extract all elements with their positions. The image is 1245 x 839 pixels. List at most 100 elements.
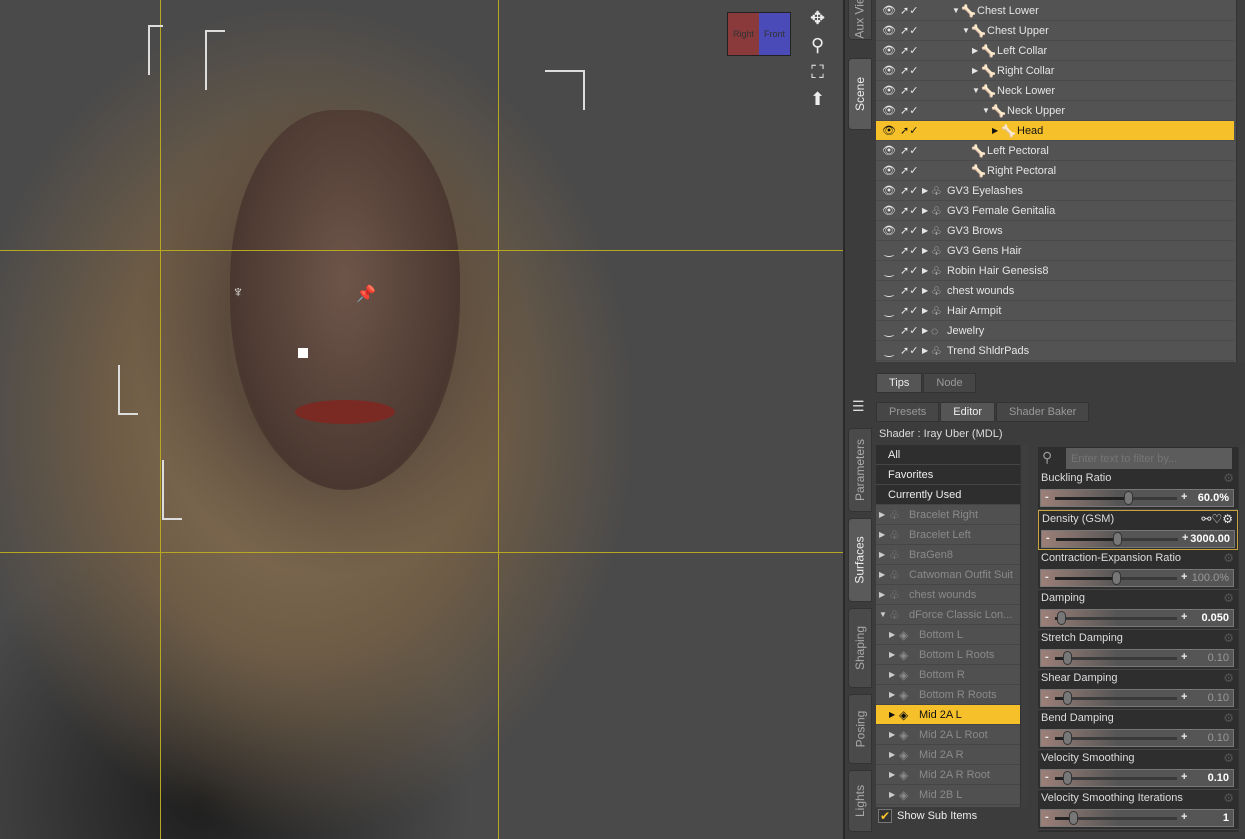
increment-button[interactable]: + <box>1181 491 1187 503</box>
expand-arrow-icon[interactable]: ▶ <box>879 590 885 599</box>
collapse-arrow-icon[interactable]: ▼ <box>962 26 970 35</box>
decrement-button[interactable]: - <box>1045 571 1049 583</box>
increment-button[interactable]: + <box>1181 571 1187 583</box>
property-slider[interactable]: - +0.050 <box>1040 609 1234 627</box>
decrement-button[interactable]: - <box>1045 771 1049 783</box>
tab-posing[interactable]: Posing <box>848 694 872 764</box>
eye-closed-icon[interactable]: ‿ <box>880 304 898 317</box>
panel-menu-icon[interactable]: ☰ <box>852 398 872 418</box>
selectable-icon[interactable]: ➚✓ <box>900 264 918 277</box>
eye-open-icon[interactable]: 👁 <box>880 144 898 157</box>
expand-arrow-icon[interactable]: ▶ <box>922 206 928 215</box>
selectable-icon[interactable]: ➚✓ <box>900 284 918 297</box>
pin-icon[interactable]: 📌 <box>356 284 376 304</box>
scene-node[interactable]: 👁 ➚✓ ▶ 🦴 Left Collar <box>876 41 1234 61</box>
gear-icon[interactable]: ⚙ <box>1223 631 1234 645</box>
property-row[interactable]: Shear Damping ⚙ - +0.10 <box>1038 670 1238 710</box>
view-cube[interactable]: Right Front <box>727 12 791 56</box>
expand-arrow-icon[interactable]: ▶ <box>972 66 978 75</box>
gear-icon[interactable]: ⚙ <box>1223 591 1234 605</box>
slider-knob[interactable] <box>1113 532 1122 546</box>
scene-node[interactable]: 👁 ➚✓ ▶ 🦴 Head <box>876 121 1234 141</box>
decrement-button[interactable]: - <box>1045 651 1049 663</box>
scene-node[interactable]: 👁 ➚✓ ▶ ♧ GV3 Female Genitalia <box>876 201 1234 221</box>
scene-node[interactable]: 👁 ➚✓ ▼ 🦴 Chest Upper <box>876 21 1234 41</box>
property-value[interactable]: 0.10 <box>1208 692 1229 704</box>
slider-knob[interactable] <box>1124 491 1134 505</box>
expand-arrow-icon[interactable]: ▶ <box>879 530 885 539</box>
expand-arrow-icon[interactable]: ▶ <box>889 670 895 679</box>
slider-track[interactable] <box>1055 697 1177 700</box>
surface-item[interactable]: ▶ ◈ Bottom R <box>876 665 1020 685</box>
selectable-icon[interactable]: ➚✓ <box>900 164 918 177</box>
increment-button[interactable]: + <box>1181 731 1187 743</box>
property-row[interactable]: Damping ⚙ - +0.050 <box>1038 590 1238 630</box>
eye-open-icon[interactable]: 👁 <box>880 64 898 77</box>
expand-arrow-icon[interactable]: ▶ <box>879 570 885 579</box>
expand-arrow-icon[interactable]: ▶ <box>889 690 895 699</box>
gear-icon[interactable]: ⚙ <box>1223 471 1234 485</box>
scene-node[interactable]: 👁 ➚✓ ▼ 🦴 Neck Lower <box>876 81 1234 101</box>
property-slider[interactable]: - +0.10 <box>1040 729 1234 747</box>
surface-item[interactable]: ▶ ◈ Mid 2B L <box>876 785 1020 805</box>
property-value[interactable]: 3000.00 <box>1190 533 1230 545</box>
scene-node[interactable]: ‿ ➚✓ ▶ ♧ chest wounds <box>876 281 1234 301</box>
increment-button[interactable]: + <box>1181 771 1187 783</box>
expand-arrow-icon[interactable]: ▶ <box>922 226 928 235</box>
eye-closed-icon[interactable]: ‿ <box>880 244 898 257</box>
property-value[interactable]: 0.10 <box>1208 772 1229 784</box>
expand-arrow-icon[interactable]: ▶ <box>922 346 928 355</box>
expand-arrow-icon[interactable]: ▶ <box>922 326 928 335</box>
surface-item[interactable]: ▶ ♧ chest wounds <box>876 585 1020 605</box>
orbit-icon[interactable]: ⬆ <box>810 89 825 110</box>
property-value[interactable]: 60.0% <box>1198 492 1229 504</box>
decrement-button[interactable]: - <box>1045 731 1049 743</box>
expand-arrow-icon[interactable]: ▶ <box>889 710 895 719</box>
property-row[interactable]: Buckling Ratio ⚙ - +60.0% <box>1038 470 1238 510</box>
tab-parameters[interactable]: Parameters <box>848 428 872 512</box>
scene-node[interactable]: 👁 ➚✓ ▼ 🦴 Chest Lower <box>876 1 1234 21</box>
selectable-icon[interactable]: ➚✓ <box>900 144 918 157</box>
surface-list-scrollbar[interactable] <box>1020 445 1028 807</box>
eye-closed-icon[interactable]: ‿ <box>880 264 898 277</box>
selectable-icon[interactable]: ➚✓ <box>900 104 918 117</box>
selectable-icon[interactable]: ➚✓ <box>900 4 918 17</box>
slider-track[interactable] <box>1055 657 1177 660</box>
property-value[interactable]: 0.10 <box>1208 732 1229 744</box>
slider-track[interactable] <box>1055 617 1177 620</box>
property-value[interactable]: 1 <box>1223 812 1229 824</box>
selectable-icon[interactable]: ➚✓ <box>900 304 918 317</box>
selectable-icon[interactable]: ➚✓ <box>900 224 918 237</box>
tab-shaping[interactable]: Shaping <box>848 608 872 688</box>
selectable-icon[interactable]: ➚✓ <box>900 184 918 197</box>
property-row[interactable]: Density (GSM) ⚯♡⚙ - +3000.00 <box>1038 510 1238 550</box>
selectable-icon[interactable]: ➚✓ <box>900 244 918 257</box>
eye-open-icon[interactable]: 👁 <box>880 84 898 97</box>
expand-arrow-icon[interactable]: ▶ <box>992 126 998 135</box>
surface-item[interactable]: ▶ ♧ Bracelet Right <box>876 505 1020 525</box>
eye-closed-icon[interactable]: ‿ <box>880 344 898 357</box>
tab-surfaces[interactable]: Surfaces <box>848 518 872 602</box>
tab-presets[interactable]: Presets <box>876 402 940 422</box>
eye-open-icon[interactable]: 👁 <box>880 4 898 17</box>
gear-icon[interactable]: ⚙ <box>1223 711 1234 725</box>
gear-icon[interactable]: ⚙ <box>1223 551 1234 565</box>
scene-node[interactable]: 👁 ➚✓ ▶ 🦴 Right Collar <box>876 61 1234 81</box>
surface-item[interactable]: ▶ ♧ BraGen8 <box>876 545 1020 565</box>
expand-arrow-icon[interactable]: ▶ <box>889 650 895 659</box>
collapse-arrow-icon[interactable]: ▼ <box>982 106 990 115</box>
collapse-arrow-icon[interactable]: ▼ <box>879 610 887 619</box>
slider-knob[interactable] <box>1063 731 1073 745</box>
scene-node[interactable]: ‿ ➚✓ ▶ ♧ Trend ShldrPads <box>876 341 1234 361</box>
property-row[interactable]: Velocity Smoothing ⚙ - +0.10 <box>1038 750 1238 790</box>
tab-shader-baker[interactable]: Shader Baker <box>996 402 1090 422</box>
selectable-icon[interactable]: ➚✓ <box>900 44 918 57</box>
property-row[interactable]: Velocity Smoothing Iterations ⚙ - +1 <box>1038 790 1238 830</box>
slider-track[interactable] <box>1055 777 1177 780</box>
slider-knob[interactable] <box>1069 811 1079 825</box>
surface-list[interactable]: All Favorites Currently Used ▶ ♧ Bracelet Rig… <box>876 445 1020 807</box>
cube-face-right[interactable]: Right <box>728 13 759 55</box>
property-icons[interactable]: ⚯♡⚙ <box>1201 512 1233 526</box>
expand-arrow-icon[interactable]: ▶ <box>889 630 895 639</box>
eye-closed-icon[interactable]: ‿ <box>880 324 898 337</box>
